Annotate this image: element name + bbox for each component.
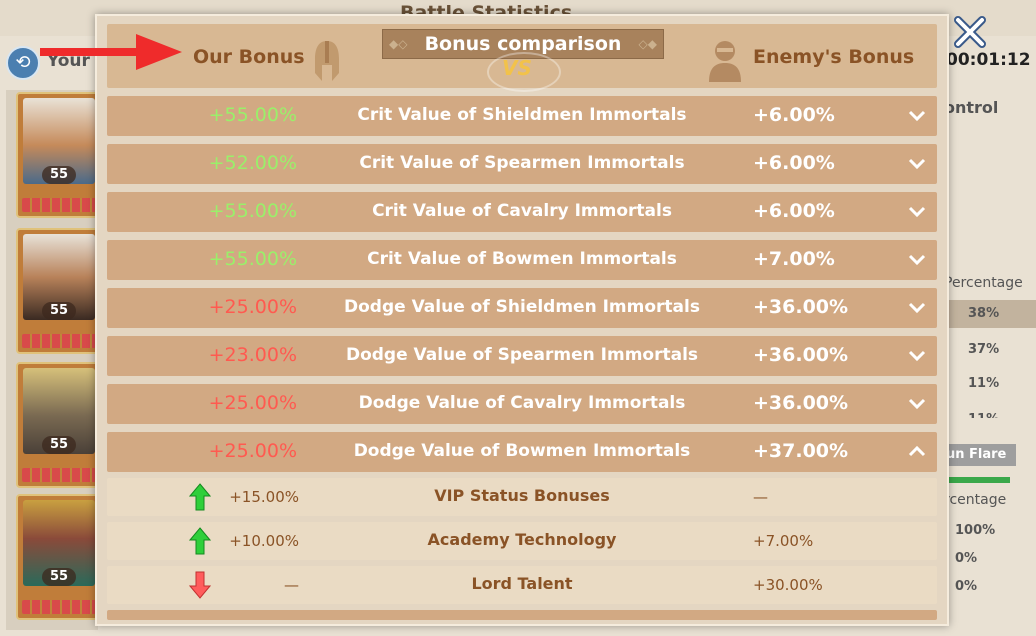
hero-card[interactable]: 55: [16, 228, 102, 354]
hero-stars: [22, 468, 96, 482]
enemy-value: +7.00%: [753, 248, 835, 270]
bonus-row[interactable]: +52.00% Crit Value of Spearmen Immortals…: [107, 144, 937, 184]
source-our-value: —: [284, 576, 299, 594]
chevron-down-icon[interactable]: [907, 250, 927, 270]
percentage-row[interactable]: 11%: [944, 400, 1036, 418]
percentage-header: Percentage: [944, 275, 1023, 291]
our-value: +55.00%: [208, 104, 297, 126]
hero-stars: [22, 600, 96, 614]
source-enemy-value: +7.00%: [753, 532, 814, 550]
percentage-value: 100%: [955, 523, 996, 538]
source-name: Lord Talent: [471, 574, 573, 593]
source-name: Academy Technology: [427, 530, 617, 549]
bonus-comparison-dialog: Our Bonus ◆◇ Bonus comparison ◇◆ VS Enem…: [95, 14, 949, 626]
hero-level: 55: [42, 568, 76, 586]
our-value: +23.00%: [208, 344, 297, 366]
progress-bar: [944, 477, 1010, 483]
comparison-header: Our Bonus ◆◇ Bonus comparison ◇◆ VS Enem…: [107, 24, 937, 92]
enemy-value: +36.00%: [753, 392, 849, 414]
enemy-value: +6.00%: [753, 152, 835, 174]
our-value: +25.00%: [208, 440, 297, 462]
bonus-name: Crit Value of Bowmen Immortals: [367, 249, 677, 269]
red-pointer-arrow-icon: [40, 34, 182, 70]
enemy-value: +36.00%: [753, 344, 849, 366]
bonus-name: Dodge Value of Bowmen Immortals: [353, 441, 691, 461]
bonus-name: Crit Value of Shieldmen Immortals: [357, 105, 687, 125]
our-value: +55.00%: [208, 200, 297, 222]
source-name: VIP Status Bonuses: [434, 486, 610, 505]
chevron-down-icon[interactable]: [907, 202, 927, 222]
bonus-row[interactable]: +25.00% Dodge Value of Cavalry Immortals…: [107, 384, 937, 424]
enemy-silhouette-icon: [709, 41, 741, 82]
hero-card[interactable]: 55: [16, 92, 102, 218]
chevron-up-icon[interactable]: [907, 442, 927, 462]
bonus-source-row: +10.00% Academy Technology +7.00%: [107, 522, 937, 560]
skill-tab[interactable]: un Flare: [944, 444, 1016, 466]
close-icon[interactable]: [952, 14, 988, 50]
chevron-down-icon[interactable]: [907, 394, 927, 414]
back-button[interactable]: ⟲: [6, 46, 40, 80]
our-value: +25.00%: [208, 392, 297, 414]
chevron-down-icon[interactable]: [907, 298, 927, 318]
bonus-row[interactable]: +55.00% Crit Value of Bowmen Immortals +…: [107, 240, 937, 280]
our-value: +55.00%: [208, 248, 297, 270]
bonus-row[interactable]: +55.00% Crit Value of Shieldmen Immortal…: [107, 96, 937, 136]
hero-level: 55: [42, 436, 76, 454]
percentage-row[interactable]: 37%: [944, 336, 1036, 364]
percentage-header-2: rcentage: [944, 492, 1007, 508]
hero-card[interactable]: 55: [16, 362, 102, 488]
chevron-down-icon[interactable]: [907, 106, 927, 126]
hero-stars: [22, 334, 96, 348]
bonus-name: Dodge Value of Spearmen Immortals: [345, 345, 699, 365]
bonus-row: [107, 610, 937, 620]
percentage-row[interactable]: 11%: [944, 370, 1036, 398]
percentage-value: 11%: [968, 400, 999, 418]
bonus-name: Crit Value of Spearmen Immortals: [359, 153, 685, 173]
control-label: ontrol: [944, 98, 999, 117]
source-enemy-value: —: [753, 488, 768, 506]
percentage-row[interactable]: 38%: [944, 300, 1036, 328]
percentage-value: 11%: [968, 376, 1000, 391]
enemy-bonus-label: Enemy's Bonus: [753, 46, 915, 68]
our-value: +25.00%: [208, 296, 297, 318]
chevron-down-icon[interactable]: [907, 154, 927, 174]
enemy-value: +37.00%: [753, 440, 849, 462]
vs-icon: VS: [502, 56, 532, 80]
red-down-arrow-icon: [189, 571, 211, 599]
hero-card[interactable]: 55: [16, 494, 102, 620]
our-value: +52.00%: [208, 152, 297, 174]
bonus-row-expanded[interactable]: +25.00% Dodge Value of Bowmen Immortals …: [107, 432, 937, 472]
chevron-down-icon[interactable]: [907, 346, 927, 366]
source-enemy-value: +30.00%: [753, 576, 823, 594]
hero-level: 55: [42, 302, 76, 320]
green-up-arrow-icon: [189, 527, 211, 555]
bonus-source-row: — Lord Talent +30.00%: [107, 566, 937, 604]
bonus-name: Dodge Value of Cavalry Immortals: [358, 393, 686, 413]
bonus-row[interactable]: +25.00% Dodge Value of Shieldmen Immorta…: [107, 288, 937, 328]
enemy-value: +36.00%: [753, 296, 849, 318]
enemy-value: +6.00%: [753, 104, 835, 126]
hero-level: 55: [42, 166, 76, 184]
percentage-value: 38%: [968, 306, 1000, 321]
bonus-name: Dodge Value of Shieldmen Immortals: [344, 297, 700, 317]
bonus-source-row: +15.00% VIP Status Bonuses —: [107, 478, 937, 516]
battle-timer: 00:01:12: [946, 50, 1031, 70]
bonus-row[interactable]: +55.00% Crit Value of Cavalry Immortals …: [107, 192, 937, 232]
spartan-helmet-icon: [315, 41, 339, 81]
source-our-value: +10.00%: [229, 532, 299, 550]
percentage-value: 37%: [968, 342, 1000, 357]
enemy-value: +6.00%: [753, 200, 835, 222]
hero-list: 55 55 55 55: [6, 90, 102, 630]
bonus-name: Crit Value of Cavalry Immortals: [372, 201, 672, 221]
hero-stars: [22, 198, 96, 212]
our-bonus-label: Our Bonus: [193, 46, 305, 68]
percentage-value: 0%: [955, 579, 978, 594]
green-up-arrow-icon: [189, 483, 211, 511]
percentage-value: 0%: [955, 551, 978, 566]
bonus-row[interactable]: +23.00% Dodge Value of Spearmen Immortal…: [107, 336, 937, 376]
source-our-value: +15.00%: [229, 488, 299, 506]
